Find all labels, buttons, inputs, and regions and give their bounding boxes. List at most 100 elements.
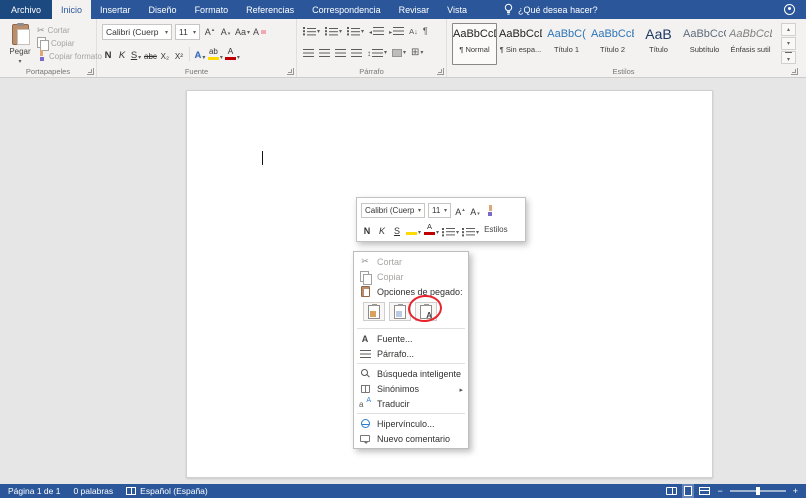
- paragraph-dialog-launcher[interactable]: [437, 68, 444, 75]
- menu-item-translate[interactable]: Traducir: [354, 396, 468, 411]
- menu-item-synonyms[interactable]: Sinónimos: [354, 381, 468, 396]
- paragraph-group-label: Párrafo: [359, 67, 384, 76]
- word-count[interactable]: 0 palabras: [73, 486, 113, 496]
- style-no-spacing[interactable]: AaBbCcDc ¶ Sin espa...: [498, 23, 543, 65]
- superscript-button[interactable]: X²: [173, 46, 185, 62]
- mini-format-painter-button[interactable]: [484, 203, 496, 218]
- style-subtitle[interactable]: AaBbCcC Subtítulo: [682, 23, 727, 65]
- tab-formato[interactable]: Formato: [186, 0, 238, 19]
- underline-button[interactable]: S: [130, 46, 142, 62]
- highlight-color-button[interactable]: ab: [207, 46, 223, 62]
- subscript-button[interactable]: X₂: [159, 46, 171, 62]
- multilevel-list-button[interactable]: [347, 27, 364, 35]
- tab-correspondencia[interactable]: Correspondencia: [303, 0, 390, 19]
- language-indicator[interactable]: Español (España): [126, 486, 208, 496]
- change-case-button[interactable]: Aa: [235, 25, 250, 40]
- cut-icon: [37, 25, 45, 36]
- paste-dropdown-caret[interactable]: [18, 58, 21, 65]
- tell-me-box[interactable]: ¿Qué desea hacer?: [504, 0, 598, 19]
- font-dialog-launcher[interactable]: [287, 68, 294, 75]
- menu-item-cut[interactable]: Cortar: [354, 254, 468, 269]
- style-normal[interactable]: AaBbCcDc ¶ Normal: [452, 23, 497, 65]
- numbering-button[interactable]: [325, 27, 342, 35]
- chevron-down-icon: [476, 229, 479, 236]
- mini-numbering-button[interactable]: [462, 222, 479, 237]
- page-indicator[interactable]: Página 1 de 1: [8, 486, 60, 496]
- align-right-button[interactable]: [335, 48, 346, 57]
- menu-item-new-comment[interactable]: Nuevo comentario: [354, 431, 468, 446]
- zoom-slider[interactable]: [729, 487, 786, 495]
- copy-label: Copiar: [51, 38, 75, 48]
- line-spacing-button[interactable]: [367, 48, 387, 58]
- web-layout-button[interactable]: [699, 487, 711, 495]
- align-center-button[interactable]: [319, 48, 330, 57]
- menu-item-paragraph[interactable]: Párrafo...: [354, 346, 468, 361]
- paste-button[interactable]: Pegar: [5, 22, 35, 72]
- decrease-indent-button[interactable]: [369, 26, 385, 36]
- cut-button[interactable]: Cortar: [37, 24, 70, 36]
- style-subtle-emphasis[interactable]: AaBbCcDc Énfasis sutil: [728, 23, 773, 65]
- read-mode-button[interactable]: [666, 487, 678, 495]
- mini-underline-button[interactable]: S: [391, 222, 403, 237]
- mini-grow-font-button[interactable]: A: [454, 203, 466, 218]
- tab-insertar[interactable]: Insertar: [91, 0, 140, 19]
- show-marks-button[interactable]: [423, 26, 428, 36]
- tab-vista[interactable]: Vista: [438, 0, 476, 19]
- mini-font-color-button[interactable]: A: [424, 222, 439, 237]
- zoom-in-button[interactable]: [793, 486, 798, 496]
- tab-archivo[interactable]: Archivo: [0, 0, 53, 19]
- text-effects-button[interactable]: A: [194, 46, 206, 62]
- style-heading-2[interactable]: AaBbCcE Título 2: [590, 23, 635, 65]
- font-group: Calibri (Cuerp 11 A A Aa A N K S abc X₂ …: [97, 19, 297, 77]
- mini-font-name-select[interactable]: Calibri (Cuerp: [361, 202, 425, 218]
- copy-button[interactable]: Copiar: [37, 37, 75, 51]
- mini-italic-button[interactable]: K: [376, 222, 388, 237]
- print-layout-button[interactable]: [684, 486, 693, 496]
- menu-separator: [357, 363, 465, 364]
- font-color-button[interactable]: A: [224, 46, 240, 62]
- styles-scroll-up-button[interactable]: [781, 23, 796, 36]
- mini-highlight-button[interactable]: ​: [406, 222, 421, 237]
- menu-item-hyperlink[interactable]: Hipervínculo...: [354, 416, 468, 431]
- shading-button[interactable]: [392, 48, 406, 57]
- justify-button[interactable]: [351, 48, 362, 57]
- styles-dialog-launcher[interactable]: [791, 68, 798, 75]
- align-left-button[interactable]: [303, 48, 314, 57]
- italic-button[interactable]: K: [116, 46, 128, 62]
- mini-font-size-select[interactable]: 11: [428, 202, 451, 218]
- paste-keep-source-formatting-button[interactable]: [363, 302, 385, 321]
- styles-more-button[interactable]: [781, 51, 796, 64]
- word-window: Archivo Inicio Insertar Diseño Formato R…: [0, 0, 806, 498]
- tab-revisar[interactable]: Revisar: [390, 0, 439, 19]
- menu-item-copy[interactable]: Copiar: [354, 269, 468, 285]
- tab-referencias[interactable]: Referencias: [237, 0, 303, 19]
- style-title[interactable]: AaB Título: [636, 23, 681, 65]
- bullets-button[interactable]: [303, 27, 320, 35]
- font-size-select[interactable]: 11: [175, 24, 200, 40]
- borders-button[interactable]: [411, 47, 423, 58]
- styles-scroll-down-button[interactable]: [781, 37, 796, 50]
- grow-font-button[interactable]: A: [203, 25, 216, 40]
- menu-item-smart-lookup[interactable]: Búsqueda inteligente: [354, 366, 468, 381]
- style-heading-1[interactable]: AaBbC( Título 1: [544, 23, 589, 65]
- format-painter-button[interactable]: Copiar formato: [37, 50, 102, 62]
- mini-shrink-font-button[interactable]: A: [469, 203, 481, 218]
- tab-diseno[interactable]: Diseño: [140, 0, 186, 19]
- menu-item-font[interactable]: Fuente...: [354, 331, 468, 346]
- mini-styles-button[interactable]: Estilos: [484, 225, 508, 234]
- zoom-slider-thumb[interactable]: [755, 487, 760, 495]
- bold-button[interactable]: N: [102, 46, 114, 62]
- cut-label: Cortar: [47, 25, 70, 35]
- clear-formatting-button[interactable]: A: [253, 25, 266, 40]
- mini-bold-button[interactable]: N: [361, 222, 373, 237]
- increase-indent-button[interactable]: [389, 26, 405, 36]
- strikethrough-button[interactable]: abc: [144, 46, 157, 62]
- shrink-font-button[interactable]: A: [219, 25, 232, 40]
- mini-bullets-button[interactable]: [442, 222, 459, 237]
- clipboard-dialog-launcher[interactable]: [87, 68, 94, 75]
- tab-inicio[interactable]: Inicio: [52, 0, 92, 19]
- account-icon[interactable]: [784, 4, 795, 15]
- font-name-select[interactable]: Calibri (Cuerp: [102, 24, 172, 40]
- zoom-out-button[interactable]: [717, 486, 722, 496]
- sort-button[interactable]: [409, 26, 418, 36]
